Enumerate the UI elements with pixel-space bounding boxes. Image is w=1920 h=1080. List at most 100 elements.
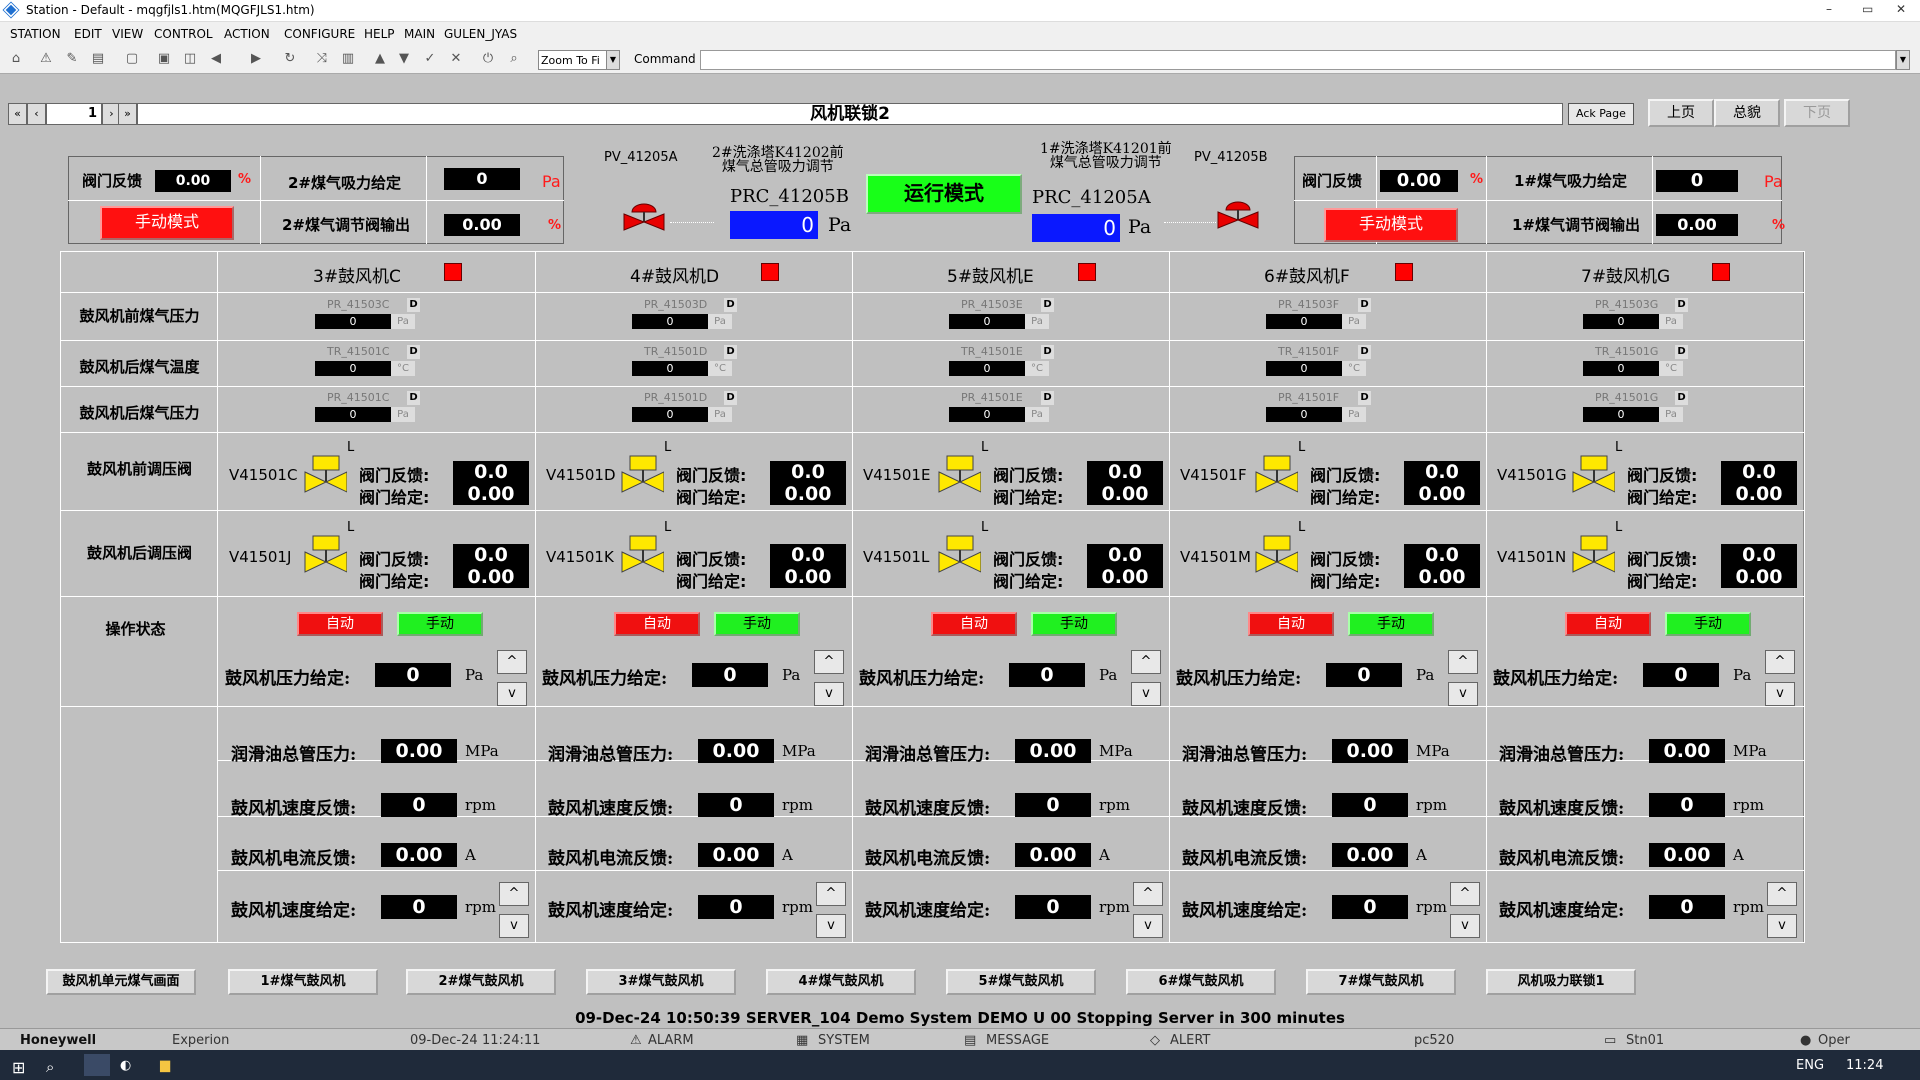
fan-5-pressure-down-button[interactable]: v xyxy=(1131,682,1161,706)
fan-4-speed-down-button[interactable]: v xyxy=(816,914,846,938)
window-icon[interactable]: ▢ xyxy=(124,51,140,67)
fan-6-pressure-up-button[interactable]: ^ xyxy=(1448,650,1478,674)
home-icon[interactable]: ⌂ xyxy=(8,51,24,67)
fan-4-pressure-up-button[interactable]: ^ xyxy=(814,650,844,674)
menu-station[interactable]: STATION xyxy=(10,27,61,41)
fan-6-rear-valve-icon[interactable] xyxy=(1254,534,1298,580)
fan-4-auto-button[interactable]: 自动 xyxy=(614,612,700,636)
trend-icon[interactable]: ⤨ xyxy=(314,51,330,67)
fan-5-rear-sp-value[interactable]: 0.00 xyxy=(1087,566,1163,588)
taskbar-clock[interactable]: 11:24 xyxy=(1846,1058,1883,1073)
valve-41205a-icon[interactable] xyxy=(622,198,666,244)
fan-7-status-indicator[interactable] xyxy=(1712,263,1730,281)
fan-6-pressure-sp-value[interactable]: 0 xyxy=(1326,663,1402,687)
message-indicator[interactable]: MESSAGE xyxy=(986,1033,1049,1048)
fan-5-speed-sp-value[interactable]: 0 xyxy=(1015,895,1091,919)
raise-icon[interactable]: ▲ xyxy=(372,51,388,67)
fan-3-rear-temp-value[interactable]: 0 xyxy=(315,361,391,376)
menu-action[interactable]: ACTION xyxy=(224,27,270,41)
bars-icon[interactable]: ▥ xyxy=(340,51,356,67)
zoom-icon[interactable]: ⌕ xyxy=(506,51,522,67)
fan-3-rear-sp-value[interactable]: 0.00 xyxy=(453,566,529,588)
fan-7-front-sp-value[interactable]: 0.00 xyxy=(1721,483,1797,505)
taskbar-app-icon[interactable]: ◐ xyxy=(120,1058,131,1073)
fan-3-rear-pressure-value[interactable]: 0 xyxy=(315,407,391,422)
fan-5-auto-button[interactable]: 自动 xyxy=(931,612,1017,636)
cancel-icon[interactable]: ✕ xyxy=(448,51,464,67)
windows-start-icon[interactable]: ⊞ xyxy=(12,1058,25,1077)
command-dropdown-icon[interactable]: ▼ xyxy=(1896,50,1910,70)
fan-7-rear-temp-value[interactable]: 0 xyxy=(1583,361,1659,376)
nav-fan-interlock-1-button[interactable]: 风机吸力联锁1 xyxy=(1486,969,1636,995)
fan-6-speed-up-button[interactable]: ^ xyxy=(1450,882,1480,906)
menu-view[interactable]: VIEW xyxy=(112,27,143,41)
fan-3-rear-valve-icon[interactable] xyxy=(303,534,347,580)
fan-4-front-sp-value[interactable]: 0.00 xyxy=(770,483,846,505)
fan-7-speed-down-button[interactable]: v xyxy=(1767,914,1797,938)
left-setpoint-value[interactable]: 0 xyxy=(444,168,520,190)
fan-5-manual-button[interactable]: 手动 xyxy=(1031,612,1117,636)
nav-blower-4-button[interactable]: 4#煤气鼓风机 xyxy=(766,969,916,995)
taskbar-search-icon[interactable]: ⌕ xyxy=(46,1058,54,1076)
close-button[interactable]: ✕ xyxy=(1896,2,1906,16)
fan-5-pressure-up-button[interactable]: ^ xyxy=(1131,650,1161,674)
fan-5-pressure-sp-value[interactable]: 0 xyxy=(1009,663,1085,687)
prc-41205b-value[interactable]: 0 xyxy=(730,211,818,239)
fan-7-speed-up-button[interactable]: ^ xyxy=(1767,882,1797,906)
display-icon[interactable]: ▣ xyxy=(156,51,172,67)
system-indicator[interactable]: SYSTEM xyxy=(818,1033,870,1048)
fan-6-manual-button[interactable]: 手动 xyxy=(1348,612,1434,636)
maximize-button[interactable]: ▭ xyxy=(1862,2,1873,16)
fan-6-status-indicator[interactable] xyxy=(1395,263,1413,281)
minimize-button[interactable]: – xyxy=(1826,2,1832,16)
fan-4-pressure-sp-value[interactable]: 0 xyxy=(692,663,768,687)
right-manual-mode-button[interactable]: 手动模式 xyxy=(1324,208,1458,242)
nav-blower-6-button[interactable]: 6#煤气鼓风机 xyxy=(1126,969,1276,995)
right-setpoint-value[interactable]: 0 xyxy=(1656,170,1738,192)
alert-indicator[interactable]: ALERT xyxy=(1170,1033,1210,1048)
alarm-indicator[interactable]: ALARM xyxy=(648,1033,694,1048)
fan-4-pressure-down-button[interactable]: v xyxy=(814,682,844,706)
prc-41205a-value[interactable]: 0 xyxy=(1032,214,1120,242)
fan-7-pressure-down-button[interactable]: v xyxy=(1765,682,1795,706)
fan-4-front-pressure-value[interactable]: 0 xyxy=(632,314,708,329)
fan-3-front-pressure-value[interactable]: 0 xyxy=(315,314,391,329)
fan-4-manual-button[interactable]: 手动 xyxy=(714,612,800,636)
fan-7-rear-valve-icon[interactable] xyxy=(1571,534,1615,580)
nav-blower-5-button[interactable]: 5#煤气鼓风机 xyxy=(946,969,1096,995)
fan-3-manual-button[interactable]: 手动 xyxy=(397,612,483,636)
taskbar-lang[interactable]: ENG xyxy=(1796,1058,1824,1073)
print-icon[interactable]: ▤ xyxy=(90,51,106,67)
prev-page-button[interactable]: ‹ xyxy=(27,103,46,125)
fan-5-rear-pressure-value[interactable]: 0 xyxy=(949,407,1025,422)
pause-icon[interactable]: ◫ xyxy=(182,51,198,67)
menu-help[interactable]: HELP xyxy=(364,27,395,41)
fan-5-rear-valve-icon[interactable] xyxy=(937,534,981,580)
left-manual-mode-button[interactable]: 手动模式 xyxy=(100,206,234,240)
ack-icon[interactable]: ✓ xyxy=(422,51,438,67)
fan-6-front-valve-icon[interactable] xyxy=(1254,454,1298,500)
fan-7-rear-pressure-value[interactable]: 0 xyxy=(1583,407,1659,422)
zoom-dropdown-icon[interactable]: ▼ xyxy=(606,50,620,70)
menu-main[interactable]: MAIN xyxy=(404,27,435,41)
fan-6-auto-button[interactable]: 自动 xyxy=(1248,612,1334,636)
command-input[interactable] xyxy=(700,50,1896,70)
fan-3-speed-sp-value[interactable]: 0 xyxy=(381,895,457,919)
nav-blower-2-button[interactable]: 2#煤气鼓风机 xyxy=(406,969,556,995)
fan-6-pressure-down-button[interactable]: v xyxy=(1448,682,1478,706)
fan-5-front-sp-value[interactable]: 0.00 xyxy=(1087,483,1163,505)
fan-4-rear-sp-value[interactable]: 0.00 xyxy=(770,566,846,588)
fan-7-rear-sp-value[interactable]: 0.00 xyxy=(1721,566,1797,588)
menu-control[interactable]: CONTROL xyxy=(154,27,213,41)
alarm-icon[interactable]: ⚠ xyxy=(38,51,54,67)
overview-button[interactable]: 总貌 xyxy=(1714,99,1780,127)
fan-5-speed-down-button[interactable]: v xyxy=(1133,914,1163,938)
fan-7-manual-button[interactable]: 手动 xyxy=(1665,612,1751,636)
prev-display-button[interactable]: 上页 xyxy=(1648,99,1714,127)
menu-gulen[interactable]: GULEN_JYAS xyxy=(444,27,517,41)
edit-icon[interactable]: ✎ xyxy=(64,51,80,67)
nav-blower-7-button[interactable]: 7#煤气鼓风机 xyxy=(1306,969,1456,995)
fan-4-front-valve-icon[interactable] xyxy=(620,454,664,500)
fan-3-auto-button[interactable]: 自动 xyxy=(297,612,383,636)
fan-3-speed-up-button[interactable]: ^ xyxy=(499,882,529,906)
